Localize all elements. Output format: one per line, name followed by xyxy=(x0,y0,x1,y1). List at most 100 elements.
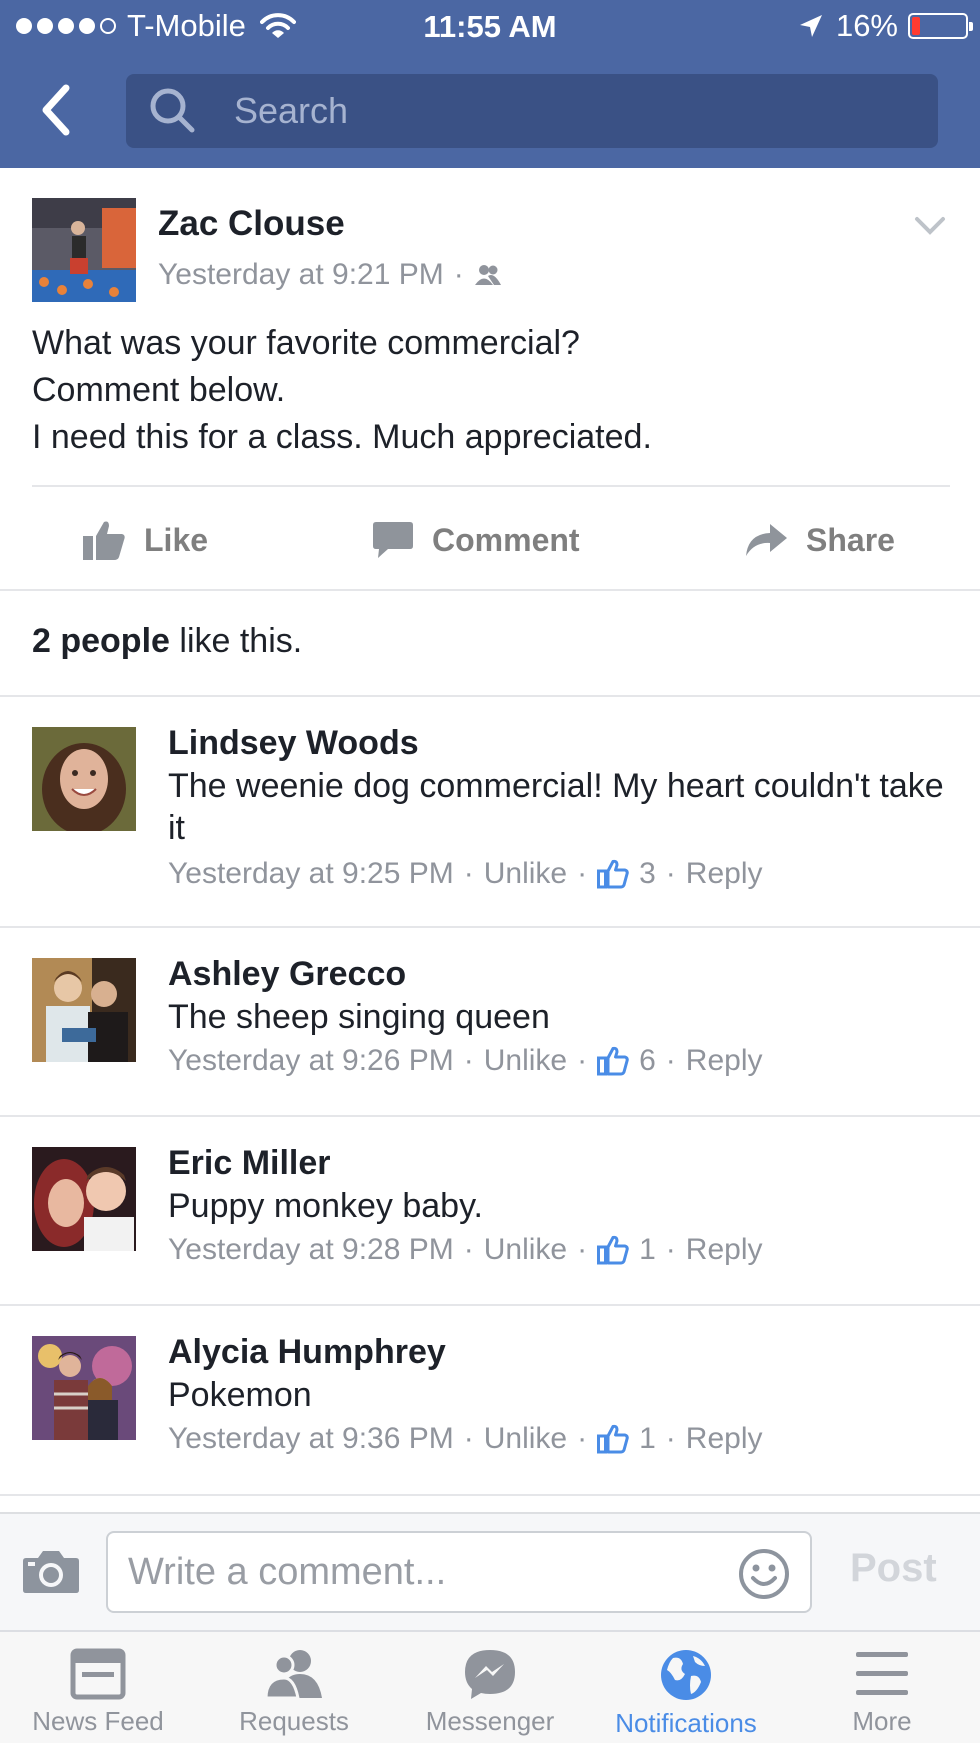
author-name[interactable]: Zac Clouse xyxy=(158,204,345,244)
comment-timestamp[interactable]: Yesterday at 9:25 PM xyxy=(168,857,454,891)
comment-like-count: 1 xyxy=(639,1233,656,1266)
tab-requests[interactable]: Requests xyxy=(196,1632,392,1745)
comment-composer: Post xyxy=(0,1512,980,1630)
reply-link[interactable]: Reply xyxy=(686,1422,763,1456)
tab-messenger[interactable]: Messenger xyxy=(392,1632,588,1745)
meta-separator: · xyxy=(577,1233,588,1266)
tab-label: Notifications xyxy=(615,1708,757,1738)
comment-item: Lindsey Woods The weenie dog commercial!… xyxy=(0,697,980,927)
comment-timestamp[interactable]: Yesterday at 9:36 PM xyxy=(168,1422,454,1456)
comment-text: The sheep singing queen xyxy=(168,998,550,1036)
status-bar: T-Mobile 11:55 AM 16% xyxy=(0,0,980,56)
unlike-link[interactable]: Unlike xyxy=(484,857,567,891)
meta-separator: · xyxy=(665,1422,676,1455)
search-bar[interactable] xyxy=(126,74,938,148)
tab-bar: News Feed Requests Messenger Notificatio… xyxy=(0,1630,980,1743)
meta-separator: · xyxy=(665,1233,676,1266)
tab-label: More xyxy=(852,1706,912,1736)
comment-input[interactable] xyxy=(106,1531,812,1613)
battery-nub xyxy=(969,22,973,31)
share-button[interactable]: Share xyxy=(744,488,895,592)
comment-like-count: 6 xyxy=(639,1044,656,1077)
meta-separator: · xyxy=(463,857,474,890)
divider xyxy=(32,485,950,487)
commenter-avatar[interactable] xyxy=(32,1147,136,1251)
comment-meta: Yesterday at 9:28 PM · Unlike · 1 · Repl… xyxy=(168,1233,763,1267)
like-thumb-icon[interactable] xyxy=(597,1235,629,1265)
meta-separator: · xyxy=(453,258,464,291)
like-thumb-icon[interactable] xyxy=(597,1424,629,1454)
comment-timestamp[interactable]: Yesterday at 9:28 PM xyxy=(168,1233,454,1267)
comment-button[interactable]: Comment xyxy=(372,488,580,592)
divider xyxy=(0,589,980,591)
share-arrow-icon xyxy=(746,524,787,556)
comment-timestamp[interactable]: Yesterday at 9:26 PM xyxy=(168,1044,454,1078)
post-text: What was your favorite commercial? Comme… xyxy=(32,320,948,461)
tab-more[interactable]: More xyxy=(784,1632,980,1745)
app-header: T-Mobile 11:55 AM 16% xyxy=(0,0,980,168)
chevron-down-icon[interactable] xyxy=(914,216,946,236)
comment-bubble-icon xyxy=(373,522,413,558)
commenter-name[interactable]: Eric Miller xyxy=(168,1143,331,1183)
likes-suffix: like this. xyxy=(169,622,303,660)
emoji-icon[interactable] xyxy=(738,1548,790,1600)
commenter-name[interactable]: Lindsey Woods xyxy=(168,723,419,763)
meta-separator: · xyxy=(665,857,676,890)
post-actions: Like Comment Share xyxy=(0,488,980,592)
friends-icon xyxy=(474,265,501,285)
likes-summary[interactable]: 2 people like this. xyxy=(32,622,302,661)
comment-label: Comment xyxy=(432,521,580,558)
menu-icon xyxy=(856,1652,908,1695)
meta-separator: · xyxy=(577,1044,588,1077)
comment-like-count: 3 xyxy=(639,857,656,890)
meta-separator: · xyxy=(463,1422,474,1455)
like-button[interactable]: Like xyxy=(82,488,208,592)
unlike-link[interactable]: Unlike xyxy=(484,1044,567,1078)
meta-separator: · xyxy=(577,1422,588,1455)
like-thumb-icon[interactable] xyxy=(597,1046,629,1076)
post-timestamp[interactable]: Yesterday at 9:21 PM xyxy=(158,258,444,292)
back-arrow-icon[interactable] xyxy=(36,80,76,140)
reply-link[interactable]: Reply xyxy=(686,857,763,891)
comment-meta: Yesterday at 9:26 PM · Unlike · 6 · Repl… xyxy=(168,1044,763,1078)
news-feed-icon xyxy=(70,1648,126,1700)
meta-separator: · xyxy=(665,1044,676,1077)
status-right: 16% xyxy=(798,8,973,44)
comment-text: The weenie dog commercial! My heart coul… xyxy=(168,767,944,847)
comment-item: Eric Miller Puppy monkey baby. Yesterday… xyxy=(0,1117,980,1305)
globe-icon xyxy=(661,1650,711,1700)
like-thumb-icon[interactable] xyxy=(597,859,629,889)
commenter-name[interactable]: Alycia Humphrey xyxy=(168,1332,446,1372)
post-button[interactable]: Post xyxy=(850,1546,937,1591)
unlike-link[interactable]: Unlike xyxy=(484,1422,567,1456)
reply-link[interactable]: Reply xyxy=(686,1233,763,1267)
commenter-name[interactable]: Ashley Grecco xyxy=(168,954,406,994)
camera-icon[interactable] xyxy=(22,1548,80,1594)
tab-notifications[interactable]: Notifications xyxy=(588,1632,784,1745)
battery-level xyxy=(912,17,921,35)
meta-separator: · xyxy=(463,1044,474,1077)
comment-text: Puppy monkey baby. xyxy=(168,1187,483,1225)
search-input[interactable] xyxy=(234,86,914,136)
commenter-avatar[interactable] xyxy=(32,1336,136,1440)
comment-meta: Yesterday at 9:25 PM · Unlike · 3 · Repl… xyxy=(168,857,763,891)
post-text-line: What was your favorite commercial? xyxy=(32,324,580,362)
reply-link[interactable]: Reply xyxy=(686,1044,763,1078)
comment-item: Ashley Grecco The sheep singing queen Ye… xyxy=(0,928,980,1116)
unlike-link[interactable]: Unlike xyxy=(484,1233,567,1267)
post-meta: Yesterday at 9:21 PM · xyxy=(158,258,502,292)
commenter-avatar[interactable] xyxy=(32,958,136,1062)
location-arrow-icon xyxy=(799,15,822,37)
tab-label: Requests xyxy=(239,1706,349,1736)
tab-news-feed[interactable]: News Feed xyxy=(0,1632,196,1745)
post-text-line: I need this for a class. Much appreciate… xyxy=(32,418,652,456)
author-avatar[interactable] xyxy=(32,198,136,302)
tab-label: Messenger xyxy=(425,1706,555,1736)
post-text-line: Comment below. xyxy=(32,371,286,409)
commenter-avatar[interactable] xyxy=(32,727,136,831)
search-icon xyxy=(150,88,195,133)
likes-count: 2 people xyxy=(32,622,170,660)
comment-text: Pokemon xyxy=(168,1376,312,1414)
comment-item: Alycia Humphrey Pokemon Yesterday at 9:3… xyxy=(0,1306,980,1494)
requests-icon xyxy=(264,1650,322,1700)
